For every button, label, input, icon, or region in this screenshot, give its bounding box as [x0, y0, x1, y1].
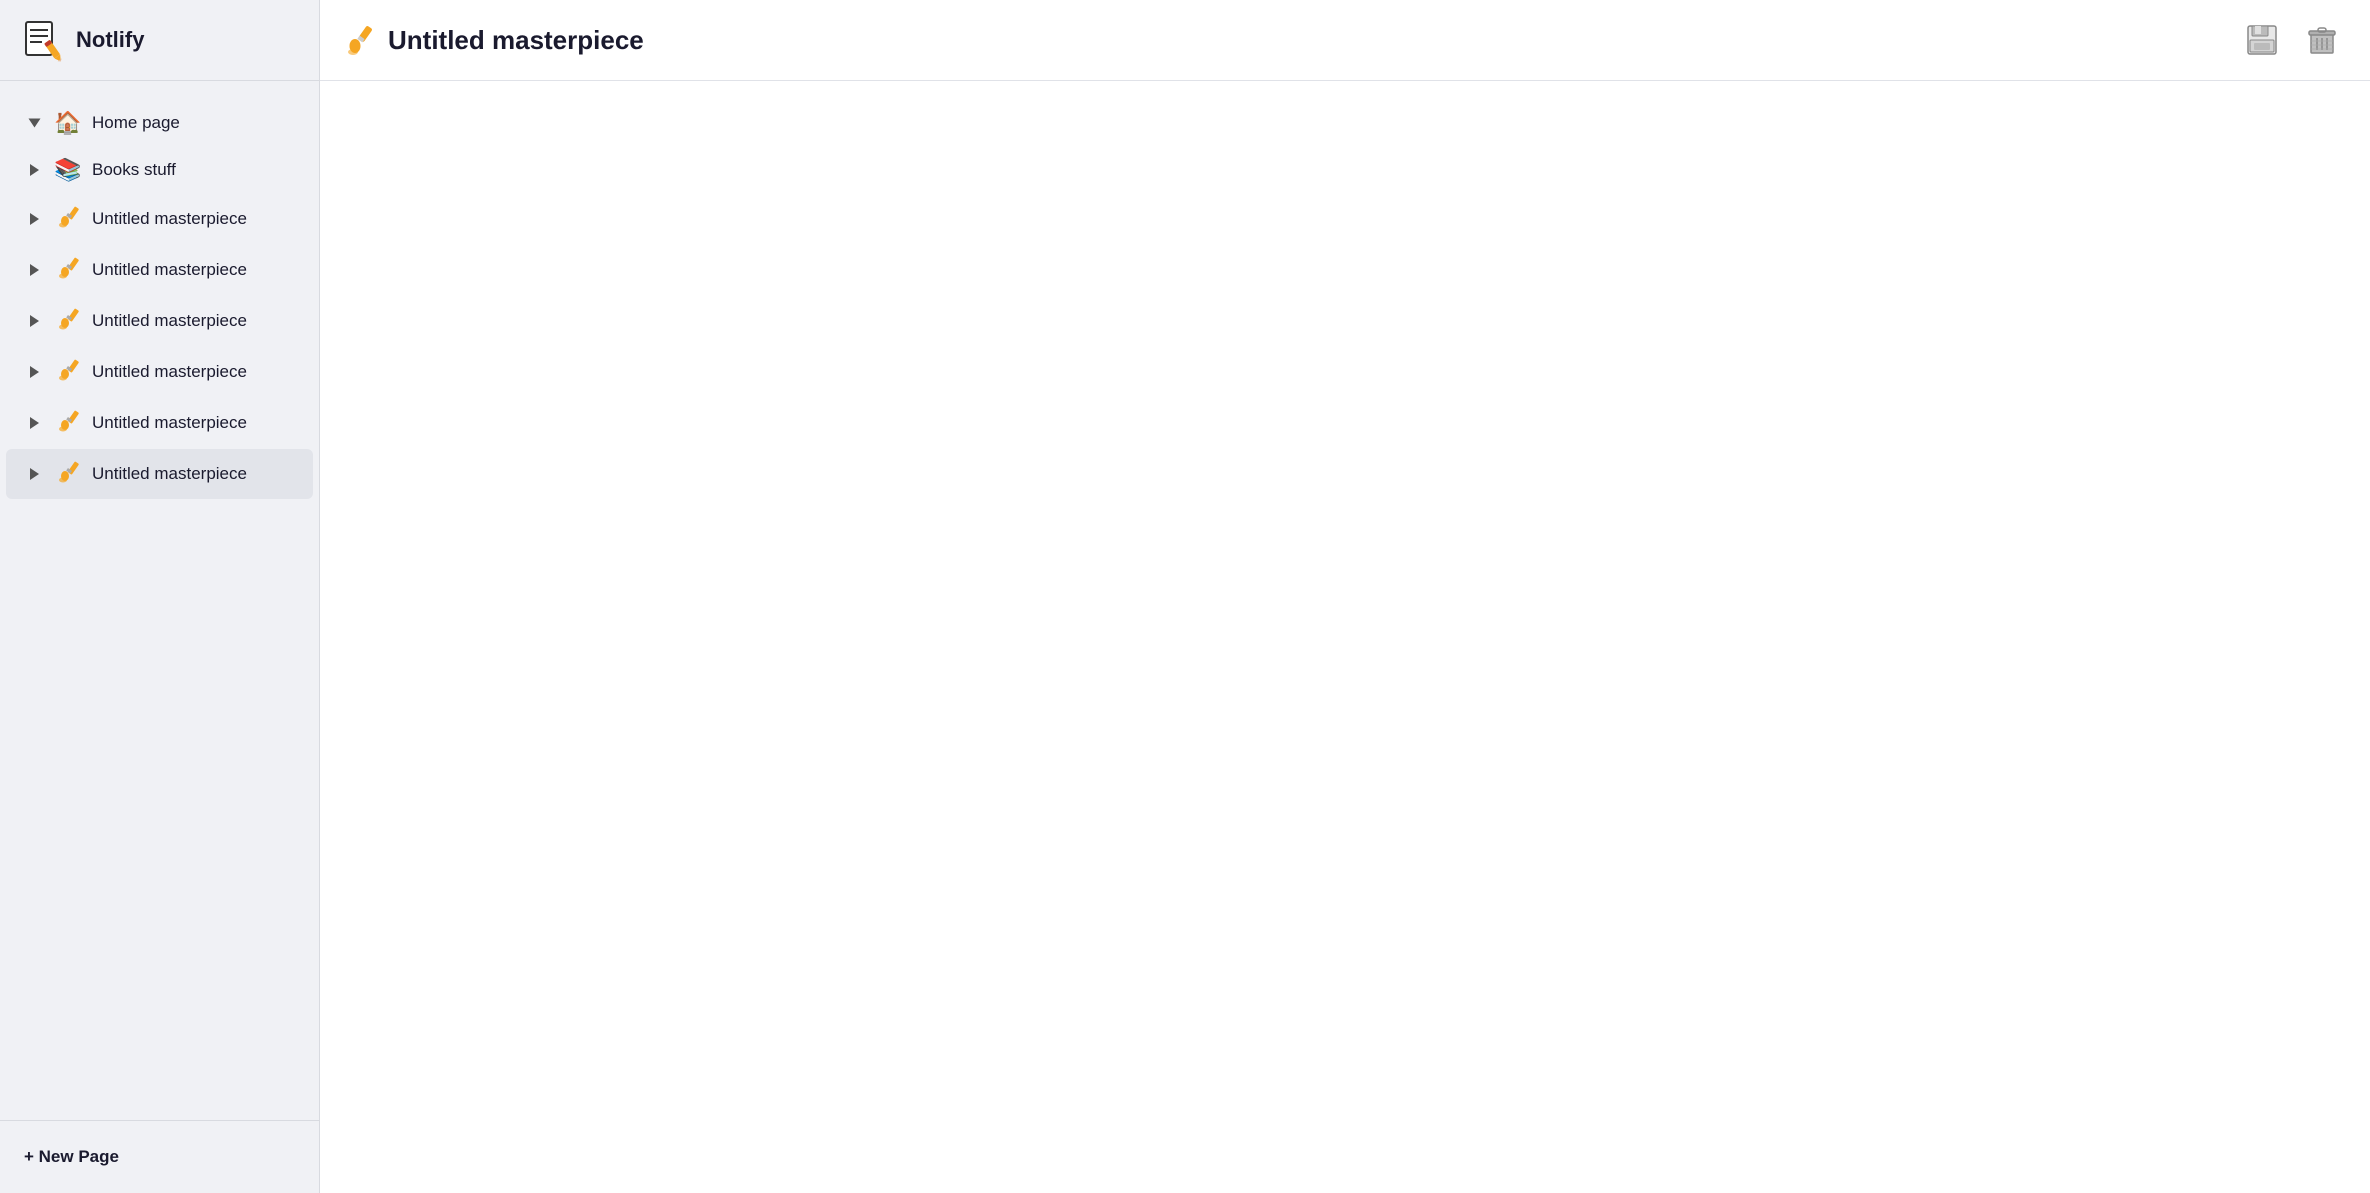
- sidebar-nav: 🏠 Home page 📚 Books stuff Untitled masterpi…: [0, 81, 319, 1120]
- main-content: [320, 81, 2370, 1193]
- delete-button[interactable]: [2298, 16, 2346, 64]
- trash-icon: [2306, 24, 2338, 56]
- app-logo: [20, 18, 64, 62]
- sidebar-item-label-untitled2: Untitled masterpiece: [92, 260, 247, 280]
- sidebar-item-label-untitled6: Untitled masterpiece: [92, 464, 247, 484]
- save-button[interactable]: [2238, 16, 2286, 64]
- sidebar-item-books[interactable]: 📚 Books stuff: [6, 147, 313, 193]
- nav-item-emoji-untitled5: [54, 408, 82, 438]
- chevron-icon-untitled2: [24, 260, 44, 280]
- sidebar-item-label-books: Books stuff: [92, 160, 176, 180]
- sidebar-header: Notlify: [0, 0, 319, 81]
- main-panel: Untitled masterpiece: [320, 0, 2370, 1193]
- nav-item-emoji-books: 📚: [54, 157, 82, 183]
- sidebar-item-untitled5[interactable]: Untitled masterpiece: [6, 398, 313, 448]
- chevron-icon-untitled1: [24, 209, 44, 229]
- sidebar-item-label-untitled4: Untitled masterpiece: [92, 362, 247, 382]
- sidebar-item-label-untitled3: Untitled masterpiece: [92, 311, 247, 331]
- new-page-button[interactable]: + New Page: [20, 1139, 123, 1175]
- sidebar-footer: + New Page: [0, 1120, 319, 1193]
- sidebar: Notlify 🏠 Home page 📚 Books stuff Untitled …: [0, 0, 320, 1193]
- chevron-icon-untitled4: [24, 362, 44, 382]
- sidebar-item-label-untitled5: Untitled masterpiece: [92, 413, 247, 433]
- chevron-icon-untitled5: [24, 413, 44, 433]
- chevron-icon-untitled3: [24, 311, 44, 331]
- sidebar-item-untitled6[interactable]: Untitled masterpiece: [6, 449, 313, 499]
- sidebar-item-label-home: Home page: [92, 113, 180, 133]
- sidebar-item-untitled1[interactable]: Untitled masterpiece: [6, 194, 313, 244]
- nav-item-emoji-untitled6: [54, 459, 82, 489]
- app-title: Notlify: [76, 27, 144, 53]
- chevron-icon-home: [24, 113, 44, 133]
- chevron-icon-untitled6: [24, 464, 44, 484]
- main-title-icon: [344, 24, 376, 56]
- main-title: Untitled masterpiece: [388, 25, 644, 56]
- nav-item-emoji-untitled4: [54, 357, 82, 387]
- sidebar-item-label-untitled1: Untitled masterpiece: [92, 209, 247, 229]
- sidebar-item-home[interactable]: 🏠 Home page: [6, 100, 313, 146]
- sidebar-item-untitled3[interactable]: Untitled masterpiece: [6, 296, 313, 346]
- main-toolbar: [2238, 16, 2346, 64]
- sidebar-item-untitled2[interactable]: Untitled masterpiece: [6, 245, 313, 295]
- nav-item-emoji-untitled3: [54, 306, 82, 336]
- sidebar-item-untitled4[interactable]: Untitled masterpiece: [6, 347, 313, 397]
- main-title-area: Untitled masterpiece: [344, 24, 2238, 56]
- chevron-icon-books: [24, 160, 44, 180]
- main-header: Untitled masterpiece: [320, 0, 2370, 81]
- floppy-disk-icon: [2246, 24, 2278, 56]
- nav-item-emoji-home: 🏠: [54, 110, 82, 136]
- nav-item-emoji-untitled1: [54, 204, 82, 234]
- nav-item-emoji-untitled2: [54, 255, 82, 285]
